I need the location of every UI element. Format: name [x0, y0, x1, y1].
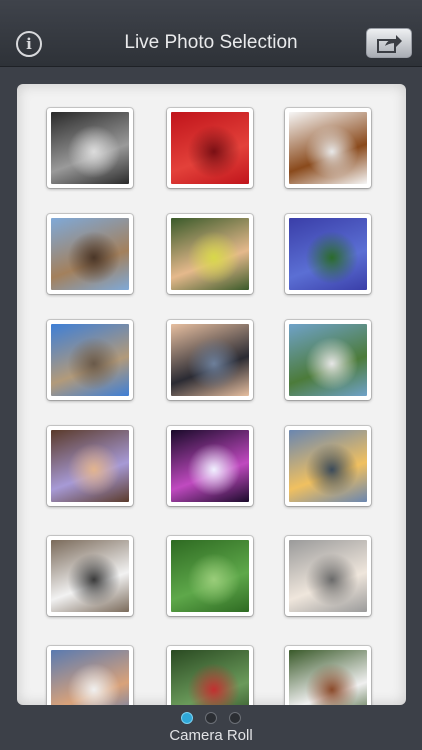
photo-thumbnail-blue-flowers[interactable] — [285, 214, 371, 294]
photo-thumbnail-beach-sunset[interactable] — [285, 426, 371, 506]
photo-thumbnail-puppy[interactable] — [285, 108, 371, 188]
photo-image — [289, 218, 367, 290]
page-indicator[interactable] — [0, 712, 422, 724]
photo-image — [171, 650, 249, 705]
photo-image — [51, 540, 129, 612]
share-arrow-icon — [377, 35, 402, 53]
photo-thumbnail-city-skyline[interactable] — [47, 214, 133, 294]
photo-thumbnail-green-leaves[interactable] — [167, 536, 253, 616]
photo-thumbnail-mountain-canyon[interactable] — [47, 320, 133, 400]
photo-image — [289, 540, 367, 612]
photo-image — [51, 112, 129, 184]
photo-thumbnail-cats-playing[interactable] — [47, 536, 133, 616]
photo-thumbnail-child-with-bubbles[interactable] — [167, 214, 253, 294]
photo-image — [171, 112, 249, 184]
photo-grid-panel — [17, 84, 406, 705]
photo-image — [289, 430, 367, 502]
photo-image — [289, 112, 367, 184]
navigation-bar: i Live Photo Selection — [0, 0, 422, 67]
photo-thumbnail-waterfall-hiker[interactable] — [285, 320, 371, 400]
album-caption: Camera Roll — [169, 727, 253, 744]
photo-thumbnail-concert-stage[interactable] — [167, 426, 253, 506]
photo-image — [289, 650, 367, 705]
photo-image — [289, 324, 367, 396]
page-title: Live Photo Selection — [124, 32, 298, 53]
photo-image — [171, 430, 249, 502]
photo-thumbnail-white-kitten[interactable] — [285, 536, 371, 616]
page-dot-2[interactable] — [205, 712, 217, 724]
photo-thumbnail-strawberries[interactable] — [167, 108, 253, 188]
page-dot-3[interactable] — [229, 712, 241, 724]
photo-thumbnail-plant-leaves[interactable] — [167, 646, 253, 705]
photo-thumbnail-laughing-child[interactable] — [47, 426, 133, 506]
page-dot-1[interactable] — [181, 712, 193, 724]
photo-image — [171, 218, 249, 290]
share-button[interactable] — [366, 28, 412, 58]
photo-image — [51, 650, 129, 705]
photo-image — [51, 324, 129, 396]
photo-thumbnail-island-sunset[interactable] — [167, 320, 253, 400]
photo-thumbnail-man-with-cup[interactable] — [47, 108, 133, 188]
photo-image — [171, 324, 249, 396]
photo-thumbnail-toy-figures[interactable] — [285, 646, 371, 705]
photo-image — [51, 218, 129, 290]
photo-image — [171, 540, 249, 612]
photo-image — [51, 430, 129, 502]
photo-thumbnail-couple-selfie[interactable] — [47, 646, 133, 705]
